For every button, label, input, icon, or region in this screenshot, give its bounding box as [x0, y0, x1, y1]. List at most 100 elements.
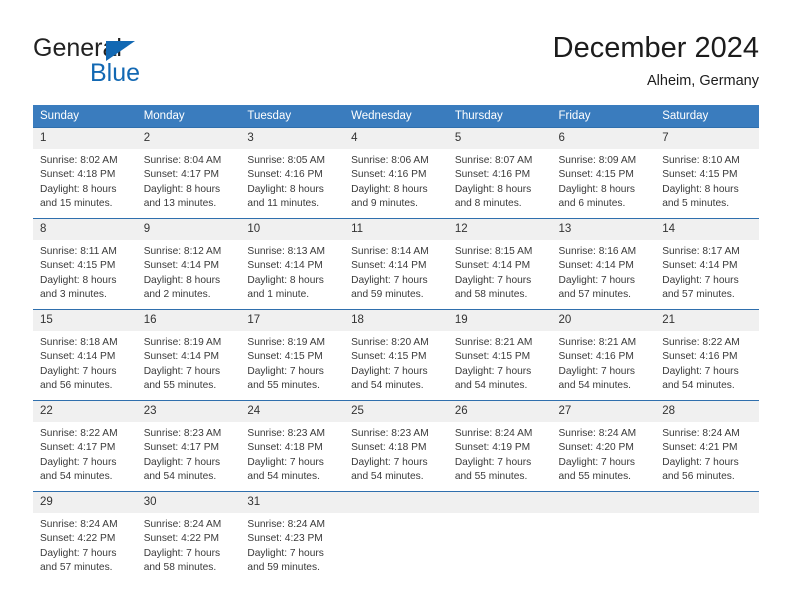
- daylight-text-line2: and 55 minutes.: [558, 470, 632, 482]
- sunset-text: Sunset: 4:14 PM: [454, 260, 531, 272]
- day-details: Sunrise: 8:07 AM Sunset: 4:16 PM Daylight:…: [448, 149, 552, 211]
- daylight-text-line1: Daylight: 7 hours: [143, 456, 221, 468]
- daylight-text-line1: Daylight: 8 hours: [558, 183, 635, 195]
- day-cell-inner: 11 Sunrise: 8:14 AM Sunset: 4:14 PM Dayligh…: [344, 218, 448, 309]
- day-details: Sunrise: 8:24 AM Sunset: 4:21 PM Daylight:…: [655, 422, 759, 484]
- sunset-text: Sunset: 4:16 PM: [247, 169, 323, 181]
- sunset-text: Sunset: 4:14 PM: [558, 260, 634, 272]
- sunset-text: Sunset: 4:14 PM: [143, 260, 220, 272]
- calendar-day-cell[interactable]: 26 Sunrise: 8:24 AM Sunset: 4:19 PM Dayligh…: [447, 400, 552, 491]
- day-number: 25: [344, 401, 448, 422]
- day-cell-inner: 20 Sunrise: 8:21 AM Sunset: 4:16 PM Dayligh…: [551, 309, 656, 400]
- daylight-text-line2: and 56 minutes.: [40, 379, 113, 391]
- sunset-text: Sunset: 4:18 PM: [247, 442, 323, 454]
- calendar-day-cell[interactable]: 17 Sunrise: 8:19 AM Sunset: 4:15 PM Dayligh…: [240, 309, 345, 400]
- calendar-day-cell[interactable]: 24 Sunrise: 8:23 AM Sunset: 4:18 PM Dayligh…: [240, 400, 345, 491]
- calendar-day-cell[interactable]: 8 Sunrise: 8:11 AM Sunset: 4:15 PM Daylight…: [33, 218, 137, 309]
- calendar-day-cell[interactable]: 21 Sunrise: 8:22 AM Sunset: 4:16 PM Dayligh…: [655, 309, 759, 400]
- day-details: Sunrise: 8:13 AM Sunset: 4:14 PM Daylight:…: [240, 240, 344, 302]
- sunset-text: Sunset: 4:14 PM: [143, 351, 220, 363]
- daylight-text-line2: and 55 minutes.: [454, 470, 528, 482]
- sunset-text: Sunset: 4:14 PM: [40, 351, 116, 363]
- calendar-day-cell[interactable]: 7 Sunrise: 8:10 AM Sunset: 4:15 PM Daylight…: [655, 127, 759, 218]
- daylight-text-line1: Daylight: 7 hours: [454, 365, 532, 377]
- daylight-text-line1: Daylight: 7 hours: [351, 274, 428, 286]
- calendar-day-cell[interactable]: 31 Sunrise: 8:24 AM Sunset: 4:23 PM Dayligh…: [240, 491, 345, 582]
- daylight-text-line1: Daylight: 7 hours: [662, 365, 739, 377]
- sunset-text: Sunset: 4:14 PM: [247, 260, 323, 272]
- day-number: 18: [344, 310, 448, 331]
- calendar-day-cell[interactable]: 9 Sunrise: 8:12 AM Sunset: 4:14 PM Daylight…: [136, 218, 241, 309]
- sunrise-text: Sunrise: 8:15 AM: [454, 246, 533, 257]
- calendar-day-cell[interactable]: 30 Sunrise: 8:24 AM Sunset: 4:22 PM Dayligh…: [136, 491, 241, 582]
- daylight-text-line1: Daylight: 7 hours: [351, 456, 428, 468]
- sunrise-text: Sunrise: 8:16 AM: [558, 246, 637, 257]
- calendar-day-cell[interactable]: 28 Sunrise: 8:24 AM Sunset: 4:21 PM Dayligh…: [655, 400, 759, 491]
- general-blue-logo[interactable]: General Blue: [33, 34, 293, 94]
- day-number: 5: [447, 128, 552, 149]
- day-number: 6: [551, 128, 656, 149]
- calendar-day-cell[interactable]: 19 Sunrise: 8:21 AM Sunset: 4:15 PM Dayligh…: [447, 309, 552, 400]
- calendar-day-cell[interactable]: 12 Sunrise: 8:15 AM Sunset: 4:14 PM Dayligh…: [447, 218, 552, 309]
- calendar-day-cell[interactable]: 27 Sunrise: 8:24 AM Sunset: 4:20 PM Dayligh…: [551, 400, 656, 491]
- day-cell-inner: 7 Sunrise: 8:10 AM Sunset: 4:15 PM Daylight…: [655, 127, 759, 218]
- sunrise-text: Sunrise: 8:07 AM: [454, 155, 533, 166]
- page-subtitle: Alheim, Germany: [646, 73, 759, 89]
- sunset-text: Sunset: 4:23 PM: [247, 533, 323, 545]
- day-cell-inner: 24 Sunrise: 8:23 AM Sunset: 4:18 PM Dayligh…: [240, 400, 345, 491]
- calendar-day-cell[interactable]: 22 Sunrise: 8:22 AM Sunset: 4:17 PM Dayligh…: [33, 400, 137, 491]
- day-number: 28: [655, 401, 759, 422]
- day-cell-inner: [344, 491, 448, 582]
- calendar-day-cell[interactable]: 1 Sunrise: 8:02 AM Sunset: 4:18 PM Daylight…: [33, 127, 137, 218]
- calendar-day-cell[interactable]: 6 Sunrise: 8:09 AM Sunset: 4:15 PM Daylight…: [551, 127, 656, 218]
- day-details: Sunrise: 8:23 AM Sunset: 4:18 PM Daylight:…: [344, 422, 448, 484]
- sunset-text: Sunset: 4:18 PM: [351, 442, 427, 454]
- daylight-text-line1: Daylight: 7 hours: [662, 274, 739, 286]
- calendar-day-cell[interactable]: 11 Sunrise: 8:14 AM Sunset: 4:14 PM Dayligh…: [344, 218, 448, 309]
- day-details: Sunrise: 8:24 AM Sunset: 4:22 PM Daylight:…: [137, 513, 241, 575]
- calendar-day-cell[interactable]: 18 Sunrise: 8:20 AM Sunset: 4:15 PM Dayligh…: [344, 309, 448, 400]
- weekday-header-thursday: Thursday: [447, 105, 552, 127]
- day-number: [447, 492, 552, 513]
- sunset-text: Sunset: 4:15 PM: [351, 351, 427, 363]
- day-details: Sunrise: 8:18 AM Sunset: 4:14 PM Daylight:…: [33, 331, 137, 393]
- calendar-day-cell[interactable]: 20 Sunrise: 8:21 AM Sunset: 4:16 PM Dayligh…: [551, 309, 656, 400]
- day-cell-inner: 30 Sunrise: 8:24 AM Sunset: 4:22 PM Dayligh…: [136, 491, 241, 582]
- calendar-day-cell[interactable]: 14 Sunrise: 8:17 AM Sunset: 4:14 PM Dayligh…: [655, 218, 759, 309]
- calendar-day-cell[interactable]: 2 Sunrise: 8:04 AM Sunset: 4:17 PM Daylight…: [136, 127, 241, 218]
- daylight-text-line1: Daylight: 7 hours: [454, 456, 532, 468]
- calendar-day-cell[interactable]: 16 Sunrise: 8:19 AM Sunset: 4:14 PM Dayligh…: [136, 309, 241, 400]
- daylight-text-line2: and 54 minutes.: [351, 379, 424, 391]
- daylight-text-line2: and 13 minutes.: [143, 197, 217, 209]
- daylight-text-line1: Daylight: 8 hours: [143, 183, 221, 195]
- sunset-text: Sunset: 4:16 PM: [662, 351, 738, 363]
- day-number: 27: [551, 401, 656, 422]
- daylight-text-line1: Daylight: 7 hours: [558, 365, 635, 377]
- daylight-text-line1: Daylight: 7 hours: [40, 456, 117, 468]
- day-details: Sunrise: 8:16 AM Sunset: 4:14 PM Daylight:…: [552, 240, 656, 302]
- calendar-day-cell[interactable]: 25 Sunrise: 8:23 AM Sunset: 4:18 PM Dayligh…: [344, 400, 448, 491]
- calendar-day-cell[interactable]: 15 Sunrise: 8:18 AM Sunset: 4:14 PM Dayligh…: [33, 309, 137, 400]
- calendar-week-row: 22 Sunrise: 8:22 AM Sunset: 4:17 PM Dayligh…: [33, 400, 759, 491]
- calendar-day-cell[interactable]: 5 Sunrise: 8:07 AM Sunset: 4:16 PM Daylight…: [447, 127, 552, 218]
- sunrise-text: Sunrise: 8:19 AM: [143, 337, 222, 348]
- daylight-text-line2: and 3 minutes.: [40, 288, 107, 300]
- day-cell-inner: 10 Sunrise: 8:13 AM Sunset: 4:14 PM Dayligh…: [240, 218, 345, 309]
- calendar-day-cell[interactable]: 10 Sunrise: 8:13 AM Sunset: 4:14 PM Dayligh…: [240, 218, 345, 309]
- day-cell-inner: 1 Sunrise: 8:02 AM Sunset: 4:18 PM Daylight…: [33, 127, 137, 218]
- calendar-day-cell[interactable]: 13 Sunrise: 8:16 AM Sunset: 4:14 PM Dayligh…: [551, 218, 656, 309]
- calendar-day-cell[interactable]: 23 Sunrise: 8:23 AM Sunset: 4:17 PM Dayligh…: [136, 400, 241, 491]
- day-cell-inner: 25 Sunrise: 8:23 AM Sunset: 4:18 PM Dayligh…: [344, 400, 448, 491]
- sunrise-text: Sunrise: 8:04 AM: [143, 155, 222, 166]
- daylight-text-line1: Daylight: 7 hours: [247, 365, 324, 377]
- calendar-day-cell[interactable]: 29 Sunrise: 8:24 AM Sunset: 4:22 PM Dayligh…: [33, 491, 137, 582]
- calendar-day-cell[interactable]: 3 Sunrise: 8:05 AM Sunset: 4:16 PM Daylight…: [240, 127, 345, 218]
- sunrise-text: Sunrise: 8:19 AM: [247, 337, 325, 348]
- weekday-header-saturday: Saturday: [655, 105, 759, 127]
- day-cell-inner: 17 Sunrise: 8:19 AM Sunset: 4:15 PM Dayligh…: [240, 309, 345, 400]
- calendar-day-cell[interactable]: 4 Sunrise: 8:06 AM Sunset: 4:16 PM Daylight…: [344, 127, 448, 218]
- sunrise-text: Sunrise: 8:17 AM: [662, 246, 740, 257]
- day-cell-inner: 26 Sunrise: 8:24 AM Sunset: 4:19 PM Dayligh…: [447, 400, 552, 491]
- daylight-text-line2: and 8 minutes.: [454, 197, 522, 209]
- daylight-text-line1: Daylight: 8 hours: [247, 183, 324, 195]
